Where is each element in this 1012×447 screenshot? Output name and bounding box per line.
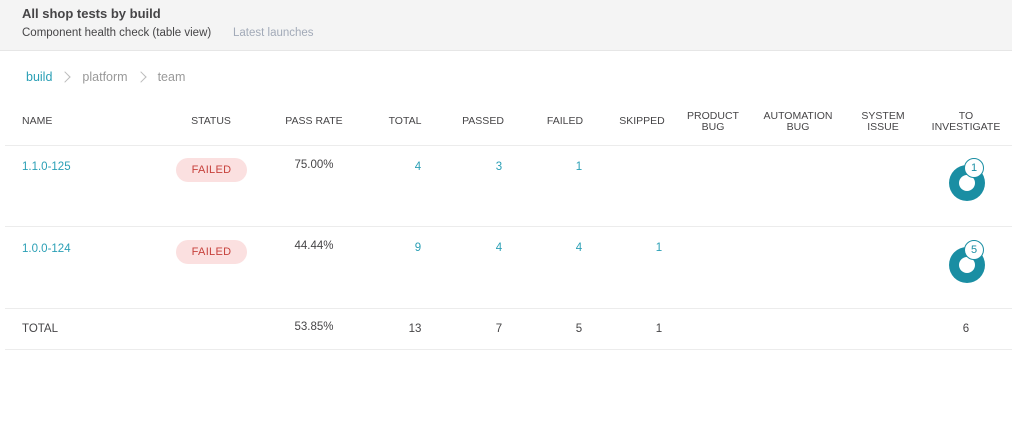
col-header-automation-bug[interactable]: AUTOMATION BUG (755, 111, 841, 133)
divider (5, 226, 1012, 227)
to-investigate-donut-chart[interactable]: 5 (949, 240, 985, 283)
totals-passed: 7 (495, 323, 503, 335)
widget-header: All shop tests by build Component health… (0, 0, 1012, 51)
widget-title: All shop tests by build (22, 6, 161, 21)
totals-total: 13 (408, 323, 422, 335)
col-header-pass-rate[interactable]: PASS RATE (282, 116, 346, 127)
divider (5, 349, 1012, 350)
col-header-system-issue-line2: ISSUE (867, 121, 899, 133)
tab-table-view[interactable]: Component health check (table view) (22, 27, 211, 39)
col-header-passed[interactable]: PASSED (458, 116, 508, 127)
totals-failed: 5 (575, 323, 583, 335)
col-header-product-bug[interactable]: PRODUCT BUG (680, 111, 746, 133)
col-header-status[interactable]: STATUS (181, 116, 241, 127)
total-link[interactable]: 4 (393, 161, 443, 173)
totals-pass-rate: 53.85% (294, 321, 334, 333)
totals-to-investigate: 6 (962, 323, 970, 335)
tab-latest-launches[interactable]: Latest launches (233, 27, 314, 39)
total-link[interactable]: 9 (393, 242, 443, 254)
pass-rate-value: 44.44% (294, 240, 334, 252)
col-header-skipped[interactable]: SKIPPED (615, 116, 669, 127)
passed-link[interactable]: 3 (474, 161, 524, 173)
divider (5, 308, 1012, 309)
col-header-product-bug-line2: BUG (701, 121, 725, 133)
col-header-name[interactable]: NAME (22, 116, 52, 127)
divider (5, 145, 1012, 146)
col-header-failed[interactable]: FAILED (540, 116, 590, 127)
chevron-right-icon (134, 71, 147, 83)
breadcrumb-platform: platform (82, 70, 128, 84)
chevron-right-icon (59, 71, 72, 83)
status-badge: FAILED (176, 240, 247, 264)
col-header-automation-bug-line2: BUG (786, 121, 810, 133)
totals-label: TOTAL (22, 323, 58, 335)
to-investigate-count: 1 (964, 158, 984, 178)
to-investigate-donut-chart[interactable]: 1 (949, 158, 985, 201)
row-name-link[interactable]: 1.1.0-125 (22, 161, 71, 173)
breadcrumb-team: team (157, 70, 186, 84)
breadcrumb-build[interactable]: build (26, 70, 52, 84)
passed-link[interactable]: 4 (474, 242, 524, 254)
pass-rate-value: 75.00% (294, 159, 334, 171)
to-investigate-count: 5 (964, 240, 984, 260)
col-header-to-investigate[interactable]: TO INVESTIGATE (925, 111, 1007, 133)
col-header-total[interactable]: TOTAL (380, 116, 430, 127)
totals-skipped: 1 (655, 323, 663, 335)
breadcrumb: build platform team (26, 70, 185, 84)
failed-link[interactable]: 4 (554, 242, 604, 254)
status-badge: FAILED (176, 158, 247, 182)
failed-link[interactable]: 1 (554, 161, 604, 173)
skipped-link[interactable]: 1 (634, 242, 684, 254)
col-header-system-issue[interactable]: SYSTEM ISSUE (853, 111, 913, 133)
col-header-to-investigate-line2: INVESTIGATE (931, 121, 1001, 133)
row-name-link[interactable]: 1.0.0-124 (22, 243, 71, 255)
